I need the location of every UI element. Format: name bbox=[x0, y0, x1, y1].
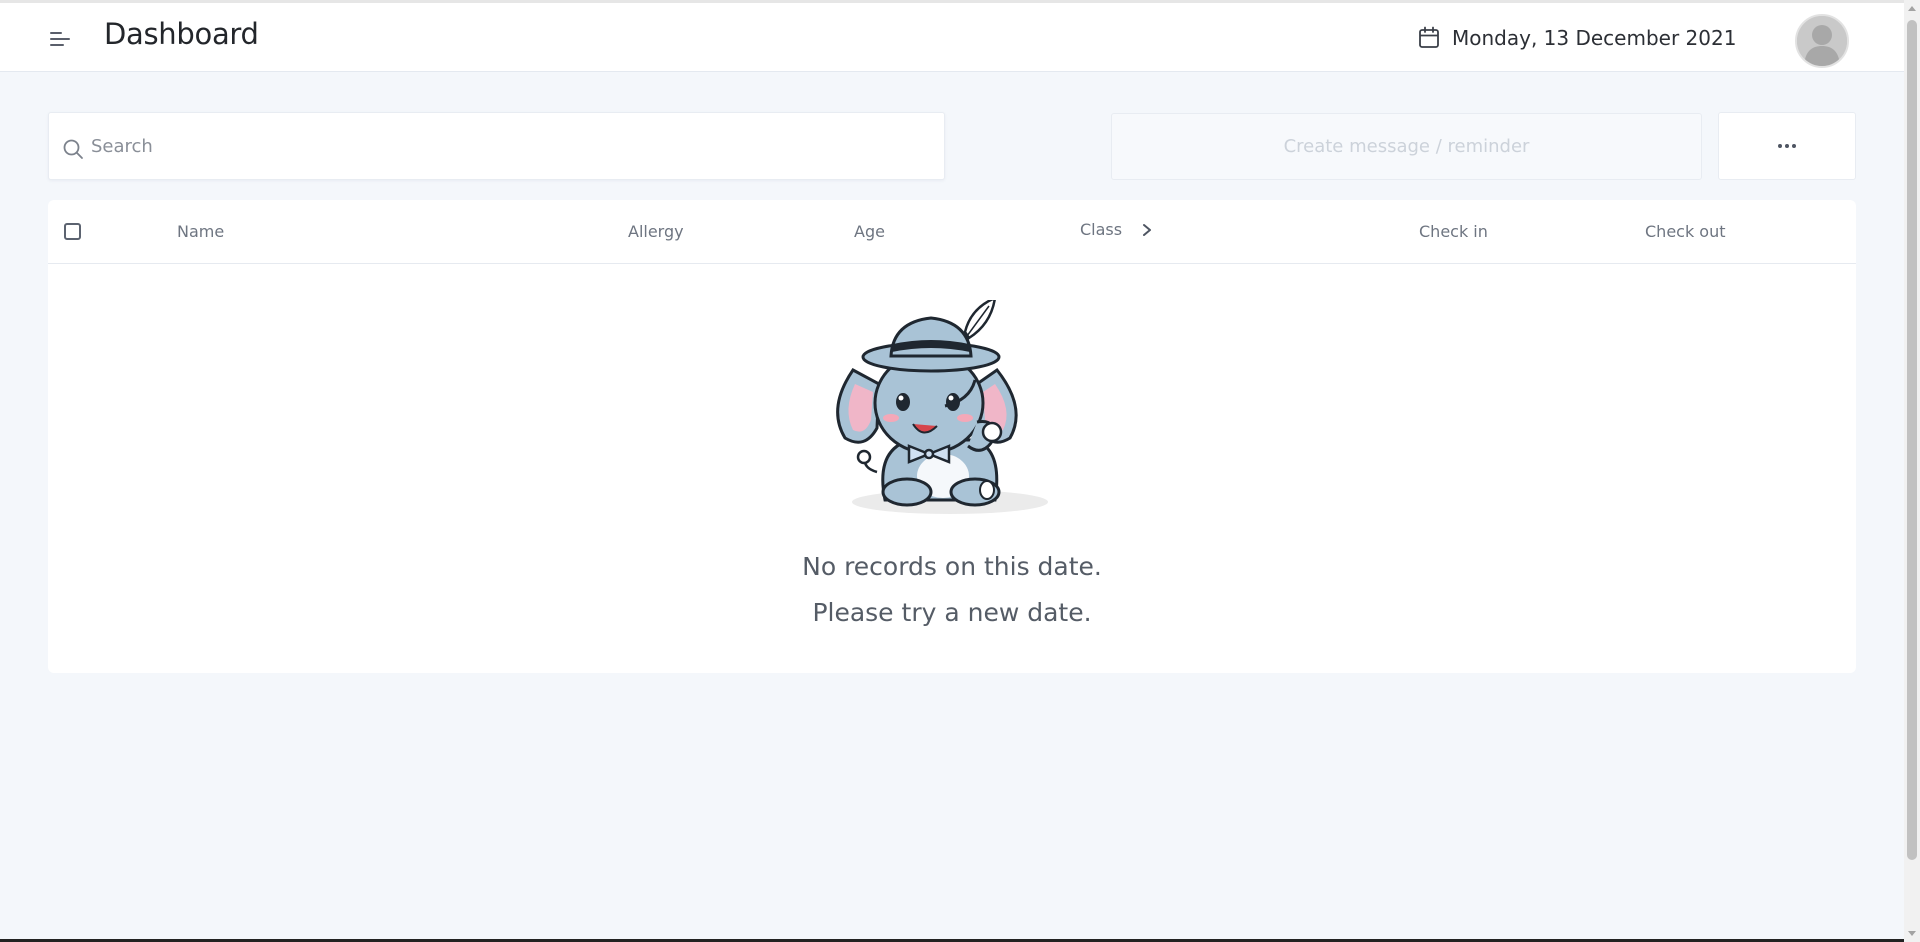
search-box bbox=[48, 112, 945, 180]
search-icon bbox=[63, 139, 83, 159]
column-header-check-in[interactable]: Check in bbox=[1419, 222, 1488, 241]
user-avatar[interactable] bbox=[1795, 14, 1849, 68]
scroll-up-arrow-icon[interactable] bbox=[1908, 6, 1916, 11]
calendar-icon bbox=[1419, 26, 1439, 48]
vertical-scrollbar[interactable] bbox=[1904, 0, 1920, 942]
column-header-allergy[interactable]: Allergy bbox=[628, 222, 684, 241]
column-header-name[interactable]: Name bbox=[177, 222, 224, 241]
empty-state-hint: Please try a new date. bbox=[812, 598, 1092, 627]
page-title: Dashboard bbox=[104, 17, 259, 51]
top-header: Dashboard Monday, 13 December 2021 bbox=[0, 0, 1904, 72]
more-horizontal-icon bbox=[1778, 144, 1796, 148]
date-picker[interactable]: Monday, 13 December 2021 bbox=[1418, 26, 1736, 50]
page: Dashboard Monday, 13 December 2021 C bbox=[0, 0, 1920, 942]
select-all-checkbox[interactable] bbox=[64, 223, 81, 240]
user-silhouette-icon bbox=[1797, 16, 1847, 66]
empty-state-message: No records on this date. bbox=[802, 552, 1102, 581]
chevron-right-icon[interactable] bbox=[1140, 222, 1154, 238]
elephant-illustration bbox=[836, 300, 1048, 514]
current-date: Monday, 13 December 2021 bbox=[1452, 26, 1737, 50]
column-header-class-label: Class bbox=[1080, 220, 1123, 239]
table-header: Name Allergy Age Class Check in Check ou… bbox=[48, 200, 1856, 264]
column-header-check-out[interactable]: Check out bbox=[1645, 222, 1726, 241]
more-options-button[interactable] bbox=[1718, 112, 1856, 180]
search-input[interactable] bbox=[91, 113, 931, 179]
column-header-class[interactable]: Class bbox=[1080, 220, 1154, 239]
column-header-age[interactable]: Age bbox=[854, 222, 885, 241]
menu-toggle-icon[interactable] bbox=[50, 32, 72, 48]
scrollbar-thumb[interactable] bbox=[1907, 20, 1917, 860]
create-message-reminder-button[interactable]: Create message / reminder bbox=[1111, 113, 1702, 180]
scroll-down-arrow-icon[interactable] bbox=[1908, 931, 1916, 936]
